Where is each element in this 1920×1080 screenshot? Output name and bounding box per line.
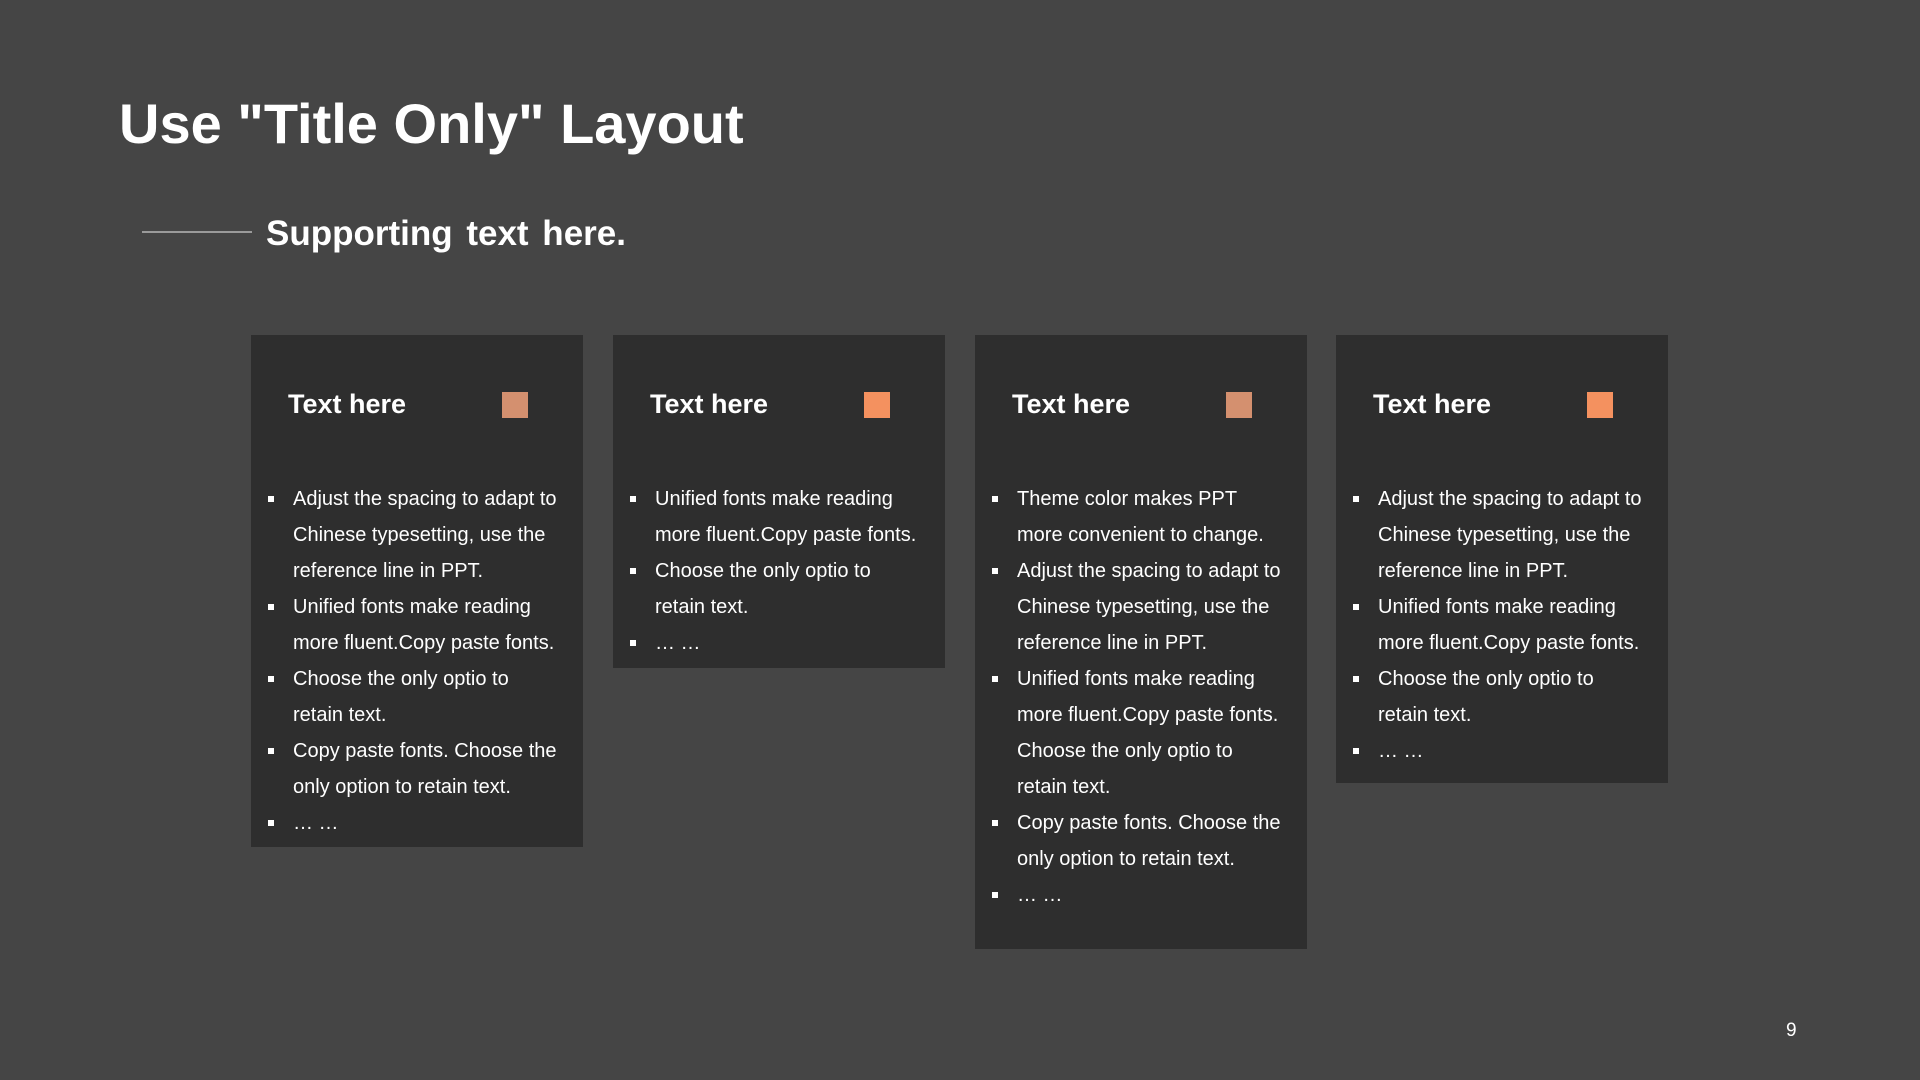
- list-item-text: Unified fonts make reading more fluent.C…: [1017, 668, 1279, 798]
- list-item: Adjust the spacing to adapt to Chinese t…: [1336, 481, 1668, 589]
- accent-square-icon: [502, 392, 528, 418]
- list-item-text: Choose the only optio to retain text.: [1378, 668, 1594, 726]
- bullet-icon: [1353, 496, 1359, 502]
- list-item: Theme color makes PPT more convenient to…: [975, 481, 1307, 553]
- list-item-text: … …: [1017, 884, 1063, 906]
- bullet-icon: [1353, 604, 1359, 610]
- bullet-icon: [268, 748, 274, 754]
- bullet-icon: [992, 676, 998, 682]
- list-item-text: Adjust the spacing to adapt to Chinese t…: [293, 488, 557, 582]
- accent-square-icon: [1226, 392, 1252, 418]
- bullet-list: Theme color makes PPT more convenient to…: [975, 481, 1307, 913]
- page-number: 9: [1786, 1020, 1797, 1041]
- list-item-text: Adjust the spacing to adapt to Chinese t…: [1017, 560, 1281, 654]
- list-item-text: Copy paste fonts. Choose the only option…: [1017, 812, 1281, 870]
- list-item-text: … …: [1378, 740, 1424, 762]
- content-card-4: Text here Adjust the spacing to adapt to…: [1336, 335, 1668, 783]
- content-card-2: Text here Unified fonts make reading mor…: [613, 335, 945, 668]
- card-title: Text here: [288, 389, 407, 419]
- list-item-text: … …: [655, 632, 701, 654]
- bullet-icon: [268, 496, 274, 502]
- list-item: Choose the only optio to retain text.: [613, 553, 945, 625]
- list-item-text: Copy paste fonts. Choose the only option…: [293, 740, 557, 798]
- content-card-1: Text here Adjust the spacing to adapt to…: [251, 335, 583, 847]
- list-item: Copy paste fonts. Choose the only option…: [251, 733, 583, 805]
- card-title: Text here: [1012, 389, 1131, 419]
- accent-square-icon: [864, 392, 890, 418]
- list-item: … …: [975, 877, 1307, 913]
- list-item: … …: [1336, 733, 1668, 769]
- list-item: Unified fonts make reading more fluent.C…: [1336, 589, 1668, 661]
- bullet-icon: [268, 676, 274, 682]
- subtitle-divider-line: [142, 231, 252, 233]
- list-item: Choose the only optio to retain text.: [251, 661, 583, 733]
- list-item: Adjust the spacing to adapt to Chinese t…: [975, 553, 1307, 661]
- list-item-text: Unified fonts make reading more fluent.C…: [293, 596, 555, 654]
- card-title: Text here: [1373, 389, 1492, 419]
- slide-subtitle: Supporting text here.: [266, 214, 626, 253]
- bullet-list: Adjust the spacing to adapt to Chinese t…: [251, 481, 583, 841]
- bullet-icon: [630, 496, 636, 502]
- bullet-icon: [1353, 748, 1359, 754]
- list-item: Copy paste fonts. Choose the only option…: [975, 805, 1307, 877]
- accent-square-icon: [1587, 392, 1613, 418]
- list-item-text: … …: [293, 812, 339, 834]
- bullet-list: Unified fonts make reading more fluent.C…: [613, 481, 945, 661]
- content-card-3: Text here Theme color makes PPT more con…: [975, 335, 1307, 949]
- list-item: … …: [613, 625, 945, 661]
- bullet-icon: [992, 568, 998, 574]
- bullet-icon: [268, 820, 274, 826]
- bullet-icon: [630, 640, 636, 646]
- bullet-icon: [992, 820, 998, 826]
- list-item-text: Theme color makes PPT more convenient to…: [1017, 488, 1264, 546]
- list-item-text: Choose the only optio to retain text.: [293, 668, 509, 726]
- card-title: Text here: [650, 389, 769, 419]
- bullet-list: Adjust the spacing to adapt to Chinese t…: [1336, 481, 1668, 769]
- slide-title: Use "Title Only" Layout: [119, 92, 744, 155]
- list-item: Unified fonts make reading more fluent.C…: [251, 589, 583, 661]
- list-item-text: Unified fonts make reading more fluent.C…: [1378, 596, 1640, 654]
- bullet-icon: [630, 568, 636, 574]
- list-item: Choose the only optio to retain text.: [1336, 661, 1668, 733]
- bullet-icon: [992, 496, 998, 502]
- bullet-icon: [1353, 676, 1359, 682]
- list-item: Unified fonts make reading more fluent.C…: [613, 481, 945, 553]
- list-item: Adjust the spacing to adapt to Chinese t…: [251, 481, 583, 589]
- list-item-text: Choose the only optio to retain text.: [655, 560, 871, 618]
- bullet-icon: [268, 604, 274, 610]
- list-item-text: Adjust the spacing to adapt to Chinese t…: [1378, 488, 1642, 582]
- bullet-icon: [992, 892, 998, 898]
- list-item: … …: [251, 805, 583, 841]
- list-item-text: Unified fonts make reading more fluent.C…: [655, 488, 917, 546]
- list-item: Unified fonts make reading more fluent.C…: [975, 661, 1307, 805]
